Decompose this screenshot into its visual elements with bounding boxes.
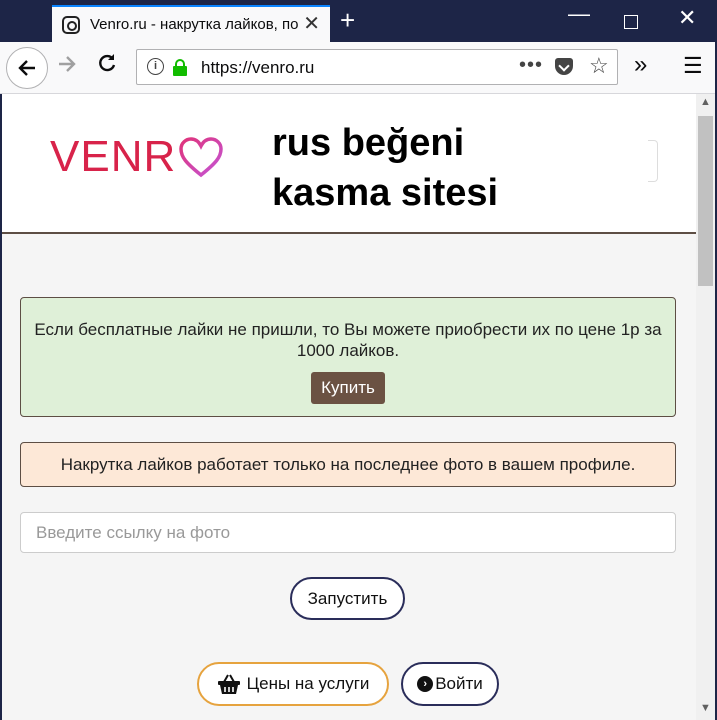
close-tab-icon[interactable]: ✕ <box>303 14 320 34</box>
navigation-bar: i https://venro.ru ••• ☆ » ☰ <box>0 42 717 94</box>
back-icon <box>18 60 35 76</box>
minimize-button[interactable]: — <box>568 3 590 25</box>
overflow-icon[interactable]: » <box>634 51 647 79</box>
header-search-edge <box>648 140 658 182</box>
tab-title: Venro.ru - накрутка лайков, по <box>90 16 299 33</box>
heart-icon <box>178 135 224 179</box>
scroll-up-icon[interactable]: ▲ <box>699 96 712 110</box>
forward-button[interactable] <box>56 53 78 81</box>
paid-likes-text: Если бесплатные лайки не пришли, то Вы м… <box>34 320 662 360</box>
scroll-thumb[interactable] <box>698 116 713 286</box>
bookmark-star-icon[interactable]: ☆ <box>589 53 609 79</box>
pocket-icon[interactable] <box>555 58 573 75</box>
paid-likes-notice: Если бесплатные лайки не пришли, то Вы м… <box>20 297 676 417</box>
page-viewport: VENR rus beğeni kasma sitesi Если беспла… <box>2 94 696 720</box>
forward-icon <box>59 56 76 72</box>
url-text[interactable]: https://venro.ru <box>201 58 314 78</box>
vertical-scrollbar[interactable]: ▲ ▼ <box>696 94 715 720</box>
page-caption: rus beğeni kasma sitesi <box>272 122 499 214</box>
chevron-right-circle-icon: › <box>417 676 434 692</box>
instagram-favicon-icon <box>62 15 80 34</box>
browser-tab[interactable]: Venro.ru - накрутка лайков, по ✕ <box>52 5 330 42</box>
title-bar: Venro.ru - накрутка лайков, по ✕ + — ✕ <box>0 0 717 42</box>
site-header: VENR rus beğeni kasma sitesi <box>2 94 696 234</box>
start-button[interactable]: Запустить <box>290 577 405 620</box>
venro-logo[interactable]: VENR <box>50 132 224 182</box>
menu-icon[interactable]: ☰ <box>683 53 703 79</box>
page-actions-icon[interactable]: ••• <box>519 54 543 77</box>
address-bar[interactable]: i https://venro.ru ••• ☆ <box>136 49 618 85</box>
reload-icon <box>99 54 116 72</box>
login-button[interactable]: › Войти <box>401 662 499 706</box>
maximize-button[interactable] <box>624 15 638 29</box>
buy-button[interactable]: Купить <box>311 372 385 404</box>
info-icon[interactable]: i <box>147 58 164 75</box>
lock-icon[interactable] <box>173 59 187 76</box>
last-photo-notice: Накрутка лайков работает только на после… <box>20 442 676 487</box>
photo-link-input[interactable] <box>20 512 676 553</box>
back-button[interactable] <box>6 47 48 89</box>
close-window-button[interactable]: ✕ <box>678 7 696 29</box>
reload-button[interactable] <box>96 52 118 80</box>
login-label: Войти <box>435 674 483 693</box>
prices-button[interactable]: Цены на услуги <box>197 662 389 706</box>
basket-icon <box>217 673 241 695</box>
scroll-down-icon[interactable]: ▼ <box>699 702 712 716</box>
prices-label: Цены на услуги <box>246 674 370 693</box>
new-tab-button[interactable]: + <box>340 7 355 33</box>
logo-text: VENR <box>50 132 177 181</box>
